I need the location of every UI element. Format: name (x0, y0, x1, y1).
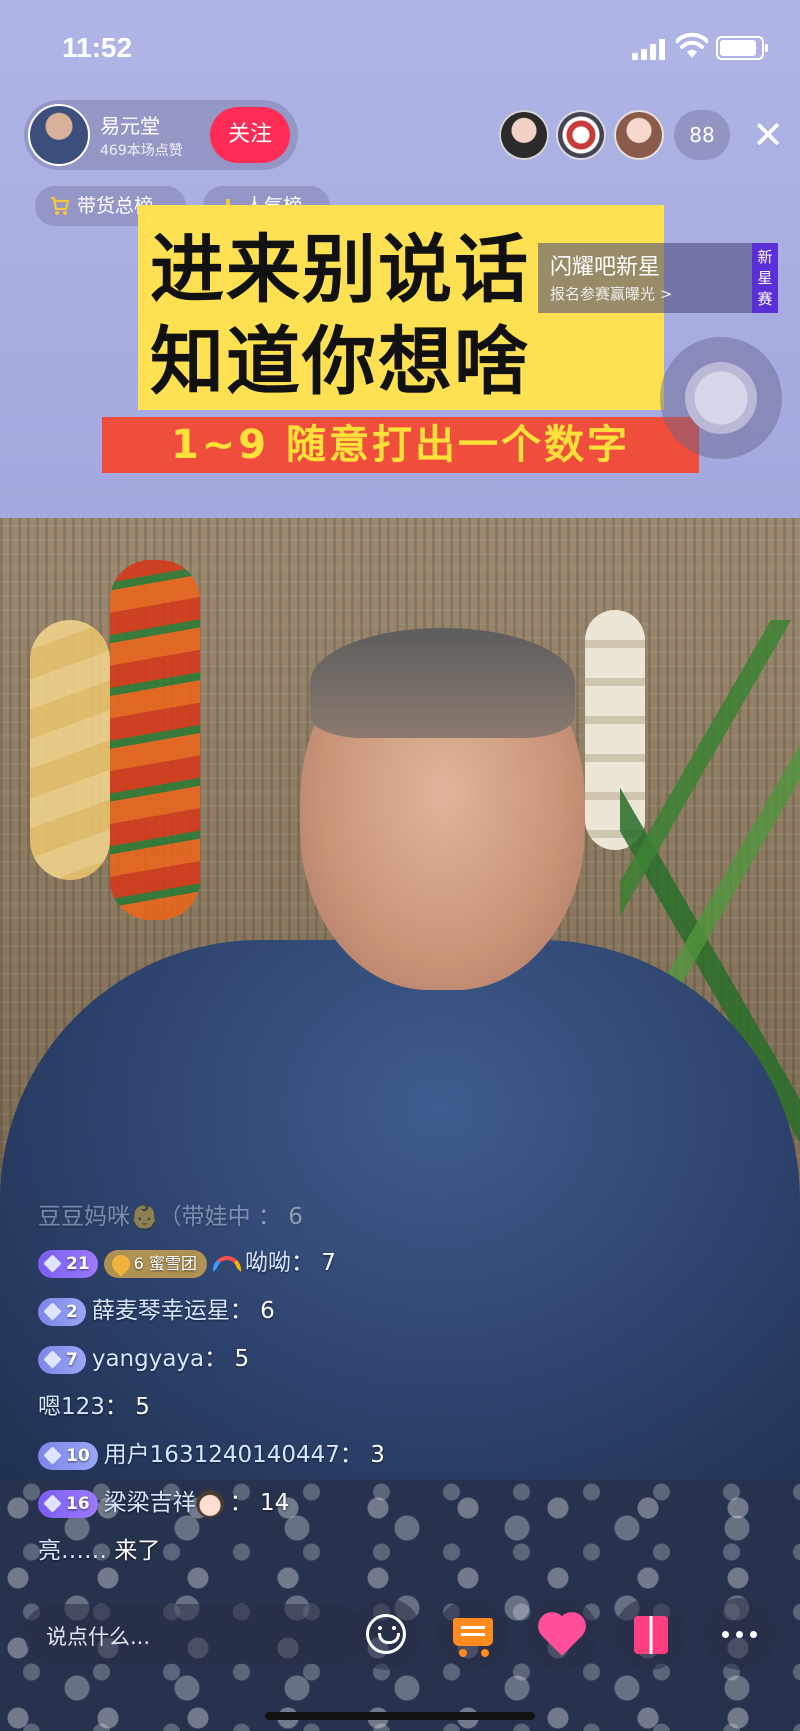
comment-input-placeholder: 说点什么... (46, 1625, 151, 1649)
shopping-cart-icon (453, 1618, 493, 1646)
live-stream-screen: 11:52 易元堂 469本场点赞 关注 88 ✕ 带货总榜 进来别说话 知道你… (0, 0, 800, 1731)
viewer-avatar[interactable] (556, 110, 606, 160)
comment-row: 2 薛麦琴幸运星： 6 (38, 1291, 275, 1331)
smile-icon (366, 1614, 406, 1654)
heart-icon (542, 1616, 582, 1656)
viewer-avatar[interactable] (499, 110, 549, 160)
promo-tag[interactable]: 新 星 赛 (752, 243, 778, 313)
close-icon[interactable]: ✕ (748, 112, 788, 158)
gift-button[interactable] (614, 1598, 686, 1670)
like-button[interactable] (526, 1598, 598, 1670)
battery-icon (716, 36, 768, 60)
rainbow-icon (212, 1255, 241, 1272)
promo-tag-char: 赛 (757, 290, 773, 308)
hanging-corn (30, 620, 110, 880)
status-bar: 11:52 (0, 0, 800, 95)
host-hair (310, 628, 575, 738)
viewer-count[interactable]: 88 (674, 110, 730, 160)
emoji-button[interactable] (350, 1598, 422, 1670)
promo-tag-char: 新 (757, 248, 773, 266)
banner-line-2: 知道你想啥 (150, 319, 530, 405)
host-info[interactable]: 易元堂 469本场点赞 关注 (24, 100, 298, 170)
viewer-avatar[interactable] (614, 110, 664, 160)
floating-assist-button[interactable] (660, 337, 782, 459)
level-badge: 7 (38, 1345, 86, 1374)
comment-row: 10 用户1631240140447： 3 (38, 1435, 385, 1475)
comment-row: 16 梁梁吉祥： 14 (38, 1483, 289, 1523)
promo-title: 闪耀吧新星 (550, 255, 661, 280)
more-button[interactable] (704, 1598, 776, 1670)
comment-row: 7 yangyaya： 5 (38, 1339, 249, 1379)
host-likes: 469本场点赞 (100, 143, 183, 159)
shop-button[interactable] (437, 1598, 509, 1670)
comment-row: 豆豆妈咪👶（带娃中 ： 6 (38, 1204, 303, 1230)
more-icon (722, 1631, 729, 1638)
home-indicator (265, 1712, 535, 1720)
promo-tag-char: 星 (757, 269, 773, 287)
fan-club-badge: 6 蜜雪团 (103, 1249, 207, 1278)
host-avatar[interactable] (28, 104, 90, 166)
level-badge: 2 (38, 1297, 86, 1326)
banner-subtitle: 1~9 随意打出一个数字 (102, 417, 699, 473)
new-star-promo[interactable]: 闪耀吧新星 报名参赛赢曝光 > (538, 243, 753, 313)
level-badge: 16 (38, 1489, 98, 1518)
level-badge: 21 (38, 1249, 98, 1278)
signal-icon (632, 38, 668, 60)
comment-input[interactable]: 说点什么... (24, 1604, 364, 1664)
host-name: 易元堂 (100, 114, 160, 138)
gift-icon (634, 1616, 668, 1654)
promo-subtitle: 报名参赛赢曝光 > (550, 285, 673, 303)
face-emoji-icon (195, 1489, 224, 1518)
comment-row: 亮…… 来了 (38, 1538, 161, 1564)
level-badge: 10 (38, 1441, 98, 1470)
comment-row: 21 6 蜜雪团 呦呦： 7 (38, 1243, 336, 1283)
hanging-chilies (110, 560, 200, 920)
follow-button[interactable]: 关注 (210, 107, 290, 163)
comment-row: 嗯123： 5 (38, 1394, 150, 1420)
cart-icon (51, 196, 70, 215)
wifi-icon (676, 32, 708, 58)
clock: 11:52 (62, 32, 133, 63)
